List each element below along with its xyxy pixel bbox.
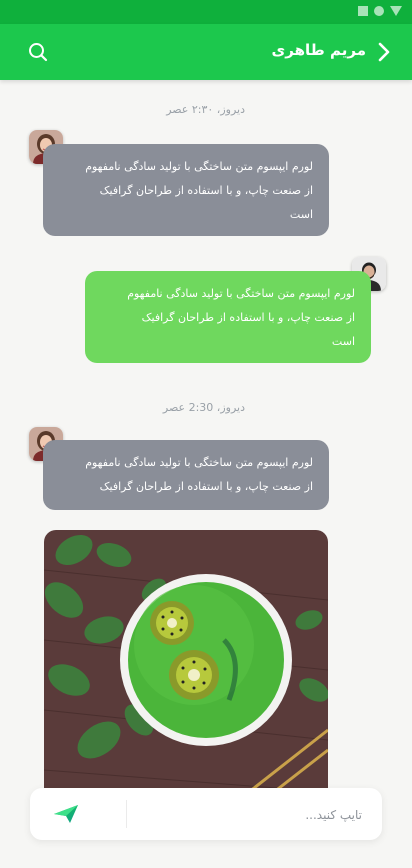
message-line: است bbox=[289, 208, 313, 221]
app-bar: مریم طاهری bbox=[0, 24, 412, 80]
triangle-icon bbox=[390, 6, 402, 16]
message-line: است bbox=[331, 335, 355, 348]
status-bar bbox=[0, 0, 412, 24]
message-line: از صنعت چاپ، و با استفاده از طراحان گراف… bbox=[141, 311, 355, 324]
message-composer bbox=[30, 788, 382, 842]
message-input[interactable] bbox=[100, 788, 364, 842]
send-icon[interactable] bbox=[52, 802, 80, 826]
message-bubble[interactable]: لورم ایپسوم متن ساختگی با تولید سادگی نا… bbox=[43, 144, 329, 236]
date-separator: دیروز، ۲:۳۰ عصر bbox=[166, 103, 245, 116]
message-bubble[interactable]: لورم ایپسوم متن ساختگی با تولید سادگی نا… bbox=[85, 271, 371, 363]
date-separator: دیروز، 2:30 عصر bbox=[162, 401, 245, 414]
contact-name: مریم طاهری bbox=[271, 41, 366, 59]
circle-icon bbox=[374, 6, 384, 16]
divider bbox=[126, 800, 127, 828]
square-icon bbox=[358, 6, 368, 16]
chevron-right-icon[interactable] bbox=[372, 40, 396, 64]
message-line: لورم ایپسوم متن ساختگی با تولید سادگی نا… bbox=[127, 287, 355, 300]
message-line: از صنعت چاپ، و با استفاده از طراحان گراف… bbox=[99, 480, 313, 493]
search-icon[interactable] bbox=[26, 40, 50, 64]
message-line: لورم ایپسوم متن ساختگی با تولید سادگی نا… bbox=[85, 160, 313, 173]
message-line: لورم ایپسوم متن ساختگی با تولید سادگی نا… bbox=[85, 456, 313, 469]
message-bubble[interactable]: لورم ایپسوم متن ساختگی با تولید سادگی نا… bbox=[43, 440, 329, 510]
image-message[interactable] bbox=[44, 530, 328, 792]
message-line: از صنعت چاپ، و با استفاده از طراحان گراف… bbox=[99, 184, 313, 197]
